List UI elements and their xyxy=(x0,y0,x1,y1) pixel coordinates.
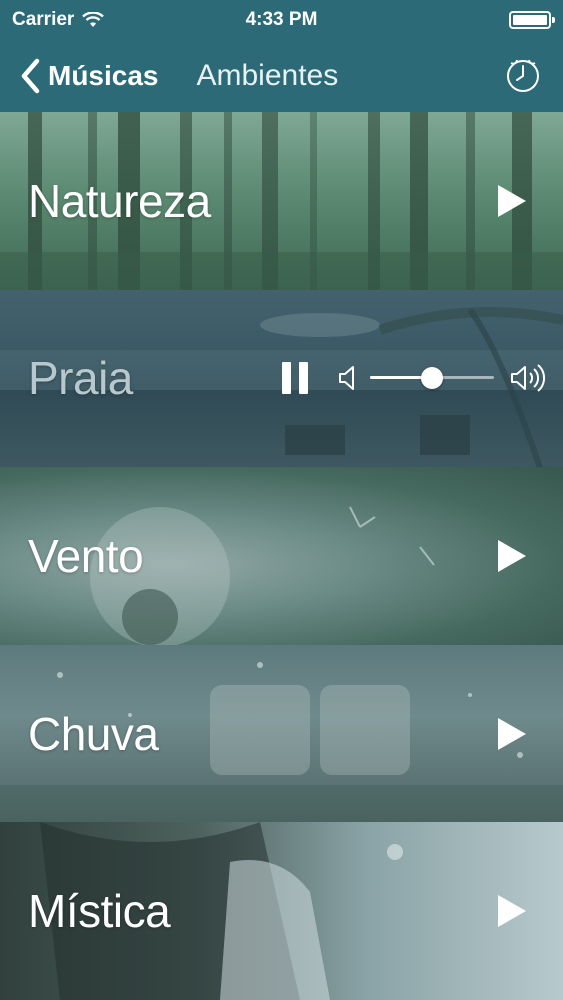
status-left: Carrier xyxy=(12,9,105,31)
row-label: Chuva xyxy=(28,707,159,760)
play-icon[interactable] xyxy=(497,184,527,218)
pause-icon[interactable] xyxy=(282,362,308,395)
list-item-praia[interactable]: Praia xyxy=(0,289,563,468)
list-item-natureza[interactable]: Natureza xyxy=(0,112,563,290)
row-label: Natureza xyxy=(28,174,211,227)
carrier-label: Carrier xyxy=(12,9,75,30)
row-label: Mística xyxy=(28,885,171,938)
battery-full-icon xyxy=(509,11,555,29)
status-bar: Carrier 4:33 PM xyxy=(0,0,563,40)
row-label: Vento xyxy=(28,529,144,582)
back-button[interactable]: Músicas xyxy=(0,40,159,112)
volume-high-icon xyxy=(511,364,545,393)
play-icon[interactable] xyxy=(497,539,527,573)
playback-controls xyxy=(282,362,548,395)
chevron-left-icon xyxy=(21,58,40,94)
play-icon[interactable] xyxy=(497,894,527,928)
volume-low-icon xyxy=(339,366,354,391)
list-item-mistica[interactable]: Mística xyxy=(0,822,563,1000)
page-title: Ambientes xyxy=(196,59,339,92)
clock-icon[interactable] xyxy=(503,55,543,95)
ambient-list: Natureza Praia Vento Chuva Mística xyxy=(0,112,563,1000)
row-label: Praia xyxy=(28,352,133,405)
list-item-vento[interactable]: Vento xyxy=(0,467,563,645)
volume-slider-knob[interactable] xyxy=(421,367,443,390)
wifi-icon xyxy=(82,12,105,27)
back-button-label: Músicas xyxy=(48,60,159,91)
volume-slider[interactable] xyxy=(370,366,494,390)
list-item-chuva[interactable]: Chuva xyxy=(0,644,563,823)
play-icon[interactable] xyxy=(497,717,527,751)
navigation-bar: Músicas Ambientes xyxy=(0,40,563,112)
